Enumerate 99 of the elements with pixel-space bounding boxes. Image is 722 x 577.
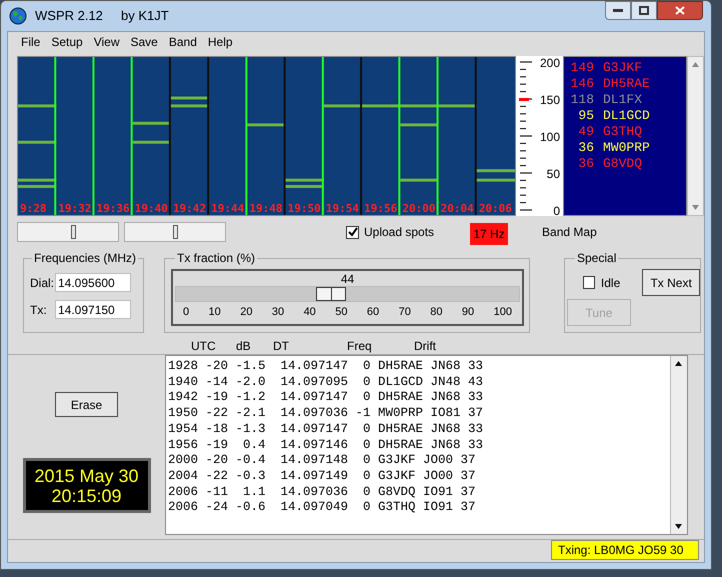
idle-checkbox[interactable]: [583, 276, 595, 289]
time-label: 20:06: [478, 203, 512, 215]
menu-item[interactable]: Help: [202, 33, 238, 51]
time-label: 19:32: [58, 203, 92, 215]
band-map-offset: 36: [577, 156, 594, 172]
frequency-offset-indicator: 17 Hz: [470, 223, 508, 245]
slider-thumb[interactable]: [70, 225, 76, 239]
band-map-offset: 118: [570, 92, 594, 108]
time-label: 19:48: [249, 203, 283, 215]
band-map-label: Band Map: [542, 224, 597, 241]
decode-row[interactable]: 2006 -11 1.1 14.097036 0 G8VDQ IO91 37: [168, 484, 670, 500]
tick-label: 70: [398, 305, 411, 320]
input-field[interactable]: 14.097150: [55, 300, 131, 319]
field-label: Tx:: [30, 302, 48, 318]
globe-icon: [9, 7, 27, 25]
slider-track[interactable]: [124, 222, 226, 242]
time-label: 9:28: [20, 203, 46, 215]
time-label: 19:56: [364, 203, 398, 215]
scale-label: 200: [540, 57, 560, 69]
band-map-callsign: G3JKF: [603, 60, 642, 76]
slider-thumb[interactable]: [316, 287, 346, 301]
status-text: Txing: LB0MG JO59 30: [551, 540, 699, 560]
window-title: WSPR 2.12 by K1JT: [35, 7, 169, 26]
scale-label: 100: [540, 131, 560, 143]
tick-label: 80: [430, 305, 442, 320]
band-map-offset: 149: [570, 60, 594, 76]
time-label: 19:44: [211, 203, 244, 215]
decode-row[interactable]: 1942 -19 -1.2 14.097147 0 DH5RAE JN68 33: [168, 390, 670, 406]
checkbox-label: Upload spots: [364, 224, 434, 241]
input-field[interactable]: 14.095600: [55, 273, 131, 292]
decode-row[interactable]: 1950 -22 -2.1 14.097036 -1 MW0PRP IO81 37: [168, 406, 670, 422]
tick-label: 0: [183, 305, 190, 320]
band-map-offset: 146: [570, 76, 594, 92]
scale-label: 150: [540, 94, 560, 106]
time-label: 19:36: [96, 203, 130, 215]
band-map-callsign: G3THQ: [603, 124, 642, 140]
group-title: Special: [575, 250, 618, 266]
menu-item[interactable]: Setup: [46, 33, 88, 51]
slider-track[interactable]: [17, 222, 119, 242]
band-map-offset: 95: [577, 108, 594, 124]
decode-row[interactable]: 2006 -24 -0.6 14.097049 0 G3THQ IO91 37: [168, 500, 670, 516]
time-label: 20:04: [440, 203, 474, 215]
menu-item[interactable]: Save: [126, 33, 163, 51]
time-label: 19:54: [326, 203, 359, 215]
scrollbar[interactable]: [687, 56, 704, 216]
time-label: 19:40: [134, 203, 168, 215]
decode-row[interactable]: 1928 -20 -1.5 14.097147 0 DH5RAE JN68 33: [168, 359, 670, 375]
band-map-callsign: DH5RAE: [603, 76, 650, 92]
minimize-button[interactable]: [605, 1, 631, 20]
slider-value: 44: [340, 272, 354, 286]
checkbox-label: Idle: [600, 274, 620, 292]
band-map-callsign: DL1FX: [603, 92, 642, 108]
scale-label: 50: [546, 168, 560, 180]
tick-label: 100: [494, 305, 512, 320]
scale-label: 0: [553, 205, 560, 217]
slider-thumb[interactable]: [173, 225, 178, 239]
upload-spots-checkbox[interactable]: [346, 226, 359, 238]
band-map-callsign: G8VDQ: [603, 156, 642, 172]
date-text: 2015 May 30: [34, 466, 139, 486]
menu-item[interactable]: View: [88, 33, 124, 51]
decode-row[interactable]: 1956 -19 0.4 14.097146 0 DH5RAE JN68 33: [168, 438, 670, 454]
tick-label: 60: [366, 305, 380, 320]
decode-row[interactable]: 1954 -18 -1.3 14.097147 0 DH5RAE JN68 33: [168, 422, 670, 438]
group-title: Frequencies (MHz): [32, 250, 138, 266]
field-label: Dial:: [30, 274, 55, 292]
decode-row[interactable]: 2004 -22 -0.3 14.097149 0 G3JKF JO00 37: [168, 468, 670, 485]
maximize-icon: [639, 6, 649, 15]
column-header: Freq: [347, 338, 372, 355]
maximize-button[interactable]: [631, 1, 657, 20]
column-header: DT: [273, 338, 289, 355]
scrollbar[interactable]: [670, 356, 687, 534]
group-title: Tx fraction (%): [175, 250, 258, 266]
tick-label: 20: [240, 305, 252, 320]
tick-label: 10: [208, 305, 221, 320]
band-map-callsign: DL1GCD: [603, 108, 650, 124]
tx-next-button[interactable]: Tx Next: [642, 269, 700, 296]
band-map-offset: 49: [577, 124, 594, 140]
close-icon: [675, 6, 685, 15]
tick-label: 40: [304, 305, 316, 320]
decode-row[interactable]: 1940 -14 -2.0 14.097095 0 DL1GCD JN48 43: [168, 374, 670, 390]
tick-label: 50: [335, 305, 348, 320]
column-header: UTC: [191, 338, 216, 355]
time-label: 19:42: [172, 203, 206, 215]
tick-label: 90: [462, 305, 474, 320]
time-label: 20:00: [402, 203, 436, 215]
menu-item[interactable]: Band: [164, 33, 202, 51]
column-header: dB: [236, 338, 251, 355]
minimize-icon: [613, 8, 623, 12]
decode-row[interactable]: 2000 -20 -0.4 14.097148 0 G3JKF JO00 37: [168, 453, 670, 469]
slider-track[interactable]: [175, 286, 520, 302]
erase-button[interactable]: Erase: [55, 392, 118, 417]
time-label: 19:50: [288, 203, 321, 215]
band-map-offset: 36: [577, 140, 594, 156]
column-header: Drift: [414, 338, 436, 355]
time-text: 20:15:09: [51, 486, 122, 506]
band-map-callsign: MW0PRP: [603, 140, 650, 156]
tick-label: 30: [272, 305, 284, 320]
close-button[interactable]: [657, 1, 703, 20]
menu-item[interactable]: File: [16, 33, 46, 51]
